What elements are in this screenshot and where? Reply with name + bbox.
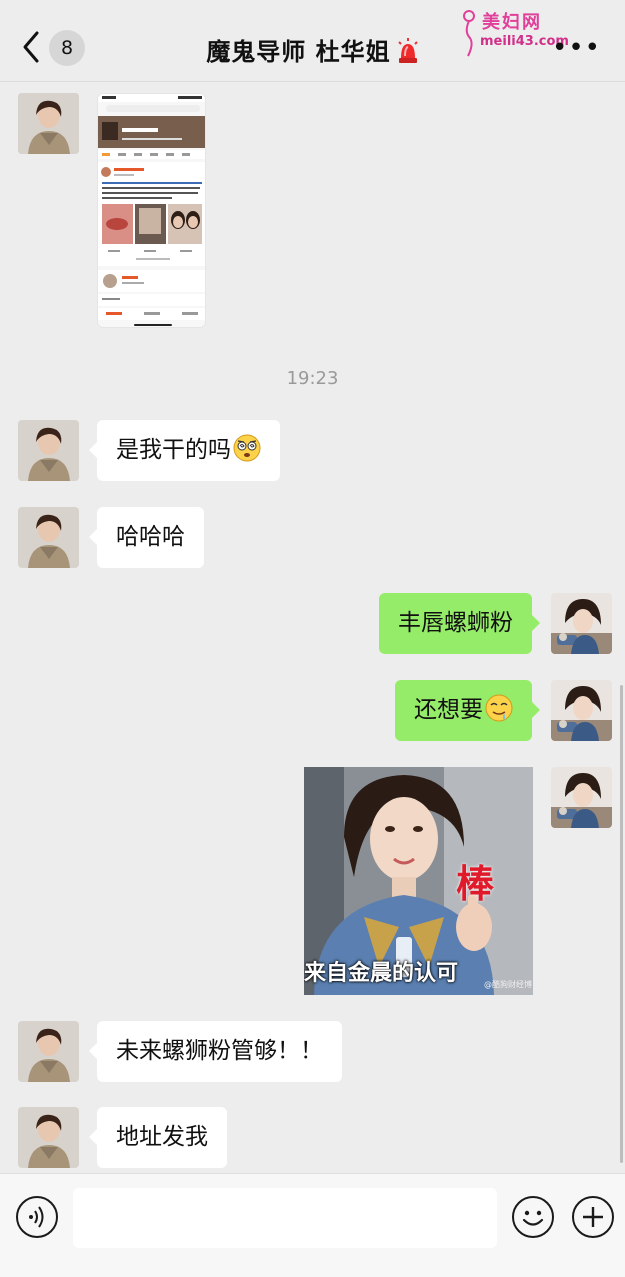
siren-icon <box>397 38 418 63</box>
avatar-image <box>18 1107 79 1168</box>
avatar-image <box>18 93 79 154</box>
plus-icon <box>583 1207 603 1227</box>
message-bubble-incoming[interactable]: 未来螺狮粉管够！！ <box>89 1021 342 1082</box>
shared-screenshot-image[interactable] <box>97 93 206 328</box>
voice-icon <box>29 1206 44 1228</box>
message-text: 未来螺狮粉管够！！ <box>116 1038 323 1064</box>
dizzy-face-icon <box>233 434 261 462</box>
my-avatar[interactable] <box>551 680 612 741</box>
contact-avatar[interactable] <box>18 93 79 154</box>
my-avatar[interactable] <box>551 593 612 654</box>
avatar-image <box>551 680 612 741</box>
contact-avatar[interactable] <box>18 420 79 481</box>
chat-timestamp: 19:23 <box>286 368 339 389</box>
chat-scrollbar[interactable] <box>620 685 623 1163</box>
input-bar <box>0 1173 625 1277</box>
contact-avatar[interactable] <box>18 1107 79 1168</box>
contact-avatar[interactable] <box>18 507 79 568</box>
emoji-button[interactable] <box>512 1196 554 1238</box>
message-text: 还想要 <box>414 697 483 723</box>
message-bubble-incoming[interactable]: 是我干的吗 <box>89 420 280 481</box>
drooling-face-icon <box>485 694 513 722</box>
avatar-image <box>18 507 79 568</box>
watermark-name: 美妇网 <box>482 12 542 33</box>
emoji-icon <box>522 1210 544 1226</box>
message-bubble-outgoing[interactable]: 丰唇螺蛳粉 <box>379 593 540 654</box>
chat-title-text: 魔鬼导师 杜华姐 <box>206 38 391 66</box>
avatar-image <box>551 593 612 654</box>
message-text: 地址发我 <box>116 1124 208 1150</box>
voice-button[interactable] <box>16 1196 58 1238</box>
add-button[interactable] <box>572 1196 614 1238</box>
screenshot-thumbnail <box>98 94 205 327</box>
my-avatar[interactable] <box>551 767 612 828</box>
avatar-image <box>18 420 79 481</box>
message-input[interactable] <box>73 1188 497 1248</box>
more-options-button[interactable]: ••• <box>552 35 601 61</box>
sticker-image[interactable]: 棒 来自金晨的认可 @酷狗财经博 <box>304 767 533 995</box>
message-text: 丰唇螺蛳粉 <box>398 610 513 636</box>
message-bubble-incoming[interactable]: 地址发我 <box>89 1107 227 1168</box>
more-dots-icon: ••• <box>551 33 601 63</box>
avatar-image <box>551 767 612 828</box>
message-bubble-incoming[interactable]: 哈哈哈 <box>89 507 204 568</box>
watermark-logo-icon <box>463 10 475 57</box>
contact-avatar[interactable] <box>18 1021 79 1082</box>
message-bubble-outgoing[interactable]: 还想要 <box>395 680 540 741</box>
sticker-credit: @酷狗财经博 <box>484 980 532 989</box>
avatar-image <box>18 1021 79 1082</box>
message-text: 是我干的吗 <box>116 437 231 463</box>
sticker-overlay-text: 棒 <box>456 862 495 906</box>
chat-header: 8 魔鬼导师 杜华姐 美妇网 meili43.com ••• <box>0 0 625 82</box>
message-text: 哈哈哈 <box>116 524 185 550</box>
